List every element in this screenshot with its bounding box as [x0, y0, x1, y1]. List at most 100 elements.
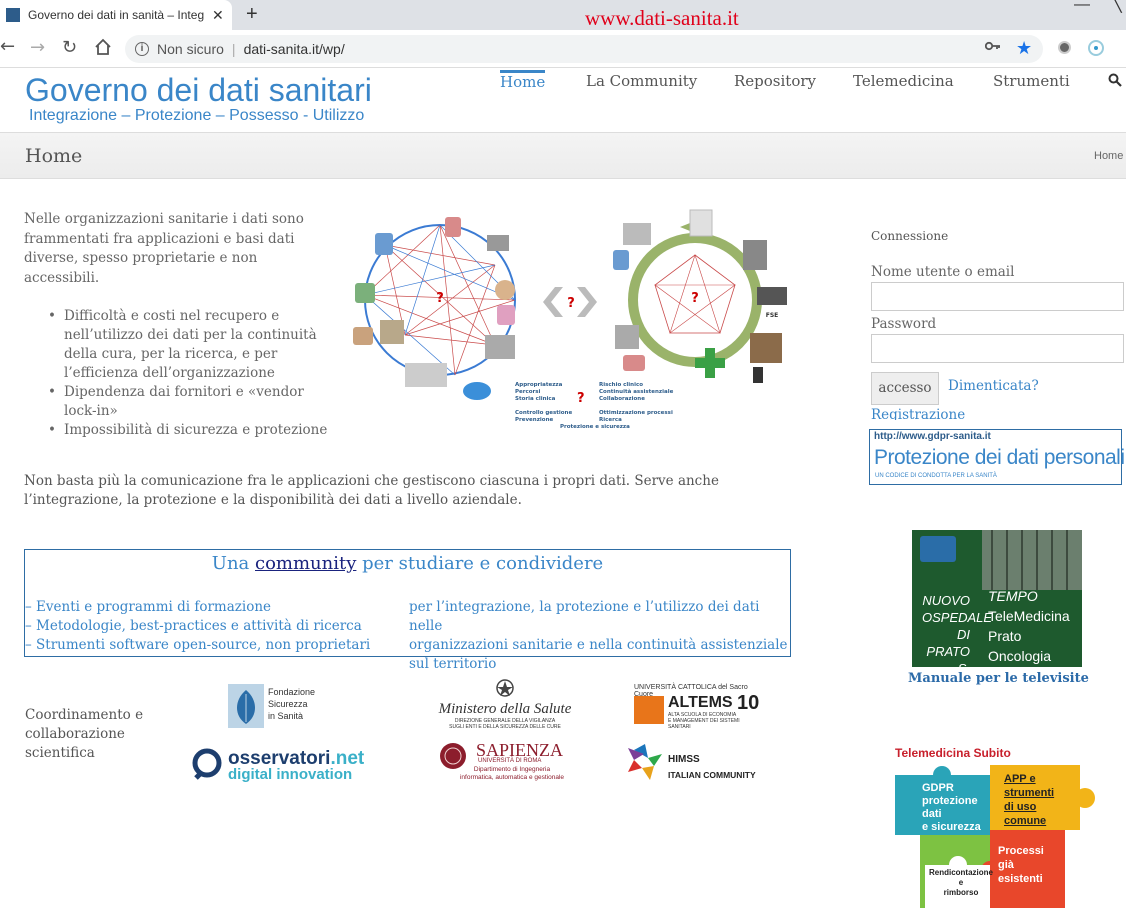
- puzzle-text: comune: [1004, 815, 1047, 827]
- menu-item-community[interactable]: La Community: [586, 72, 697, 90]
- purpose-line: per l’integrazione, la protezione e l’ut…: [409, 599, 760, 634]
- tempo-line: Oncologia: [988, 648, 1052, 664]
- login-button[interactable]: accesso: [871, 372, 939, 405]
- community-title-text: per studiare e condividere: [356, 553, 604, 574]
- intro-text: Nelle organizzazioni sanitarie i dati so…: [24, 211, 304, 286]
- home-icon[interactable]: [94, 38, 112, 60]
- fondazione-logo[interactable]: Fondazione Sicurezza in Sanità: [228, 684, 328, 728]
- minimize-window-icon[interactable]: —: [1074, 0, 1090, 14]
- reload-icon[interactable]: ↻: [62, 37, 77, 58]
- browser-tab[interactable]: Governo dei dati in sanità – Integ ✕: [0, 0, 232, 30]
- security-label: Non sicuro: [157, 41, 224, 57]
- leaf-icon: [228, 684, 264, 728]
- gdpr-url: http://www.gdpr-sanita.it: [874, 431, 991, 442]
- question-mark: ?: [691, 291, 699, 306]
- forward-icon[interactable]: →: [30, 37, 45, 58]
- community-title-text: Una: [211, 553, 255, 574]
- close-window-icon[interactable]: ╲: [1112, 0, 1122, 13]
- logo-text: Dipartimento di Ingegneria: [473, 766, 551, 773]
- database-icon: [497, 305, 515, 325]
- puzzle-text: rimborso: [943, 888, 979, 897]
- watermark-text: www.dati-sanita.it: [585, 6, 739, 30]
- fse-label: FSE: [766, 312, 779, 319]
- device-icon: [405, 363, 447, 387]
- tempo-telemedicina-banner[interactable]: NUOVO OSPEDALE DI PRATO S. STEFANO TEMPO…: [912, 530, 1082, 693]
- extension-icon[interactable]: [1058, 41, 1071, 54]
- telemedicina-subito-banner[interactable]: Telemedicina Subito GDPR protezione dati…: [890, 740, 1095, 908]
- tab-title: Governo dei dati in sanità – Integ: [28, 8, 205, 22]
- address-bar[interactable]: i Non sicuro | dati-sanita.it/wp/: [125, 35, 1043, 63]
- puzzle-text: protezione: [922, 795, 978, 807]
- bookmark-star-icon[interactable]: ★: [1016, 38, 1032, 59]
- database-icon: [613, 250, 629, 270]
- himss-logo[interactable]: HIMSS ITALIAN COMMUNITY: [626, 742, 766, 786]
- logo-text: Fondazione: [268, 687, 316, 697]
- laptop-icon: [757, 287, 787, 305]
- caption-text: Appropriatezza: [515, 382, 563, 388]
- ministero-logo[interactable]: Ministero della Salute DIREZIONE GENERAL…: [435, 678, 575, 734]
- operator-icon: [495, 280, 515, 300]
- list-item: – Strumenti software open-source, non pr…: [25, 637, 371, 653]
- site-title[interactable]: Governo dei dati sanitari: [25, 72, 372, 109]
- password-field[interactable]: [871, 334, 1124, 363]
- menu-item-telemedicina[interactable]: Telemedicina: [853, 72, 954, 90]
- community-purpose: per l’integrazione, la protezione e l’ut…: [409, 598, 789, 674]
- hospital-text: NUOVO: [922, 593, 970, 608]
- logo-text: ALTEMS: [668, 694, 733, 711]
- device-icon: [485, 335, 515, 359]
- key-icon[interactable]: [984, 40, 1001, 56]
- username-field[interactable]: [871, 282, 1124, 311]
- database-icon: [375, 233, 393, 255]
- altems-logo[interactable]: UNIVERSITÀ CATTOLICA del Sacro Cuore ALT…: [634, 684, 762, 730]
- menu-item-repository[interactable]: Repository: [734, 72, 816, 90]
- people-icon: [743, 240, 767, 270]
- puzzle-text: Rendicontazione: [928, 868, 993, 877]
- close-tab-icon[interactable]: ✕: [212, 7, 224, 24]
- gdpr-banner[interactable]: http://www.gdpr-sanita.it Protezione dei…: [869, 429, 1125, 485]
- manual-televisite-link[interactable]: Manuale per le televisite: [908, 671, 1089, 686]
- menu-item-home[interactable]: Home: [500, 70, 546, 91]
- osservatori-logo[interactable]: osservatori.net digital innovation: [190, 748, 364, 784]
- puzzle-text: già: [998, 859, 1014, 871]
- logo-text: Ministero della Salute: [438, 701, 572, 717]
- fragmented-network-graphic: ?: [353, 217, 516, 400]
- community-link[interactable]: community: [255, 553, 356, 574]
- caption-text: Collaborazione: [599, 396, 645, 402]
- site-subtitle: Integrazione – Protezione – Possesso - U…: [29, 107, 365, 124]
- password-label: Password: [871, 316, 937, 332]
- extension-record-icon[interactable]: [1088, 40, 1104, 56]
- menu-item-strumenti[interactable]: Strumenti: [993, 72, 1070, 90]
- caption-text: Rischio clinico: [599, 382, 643, 388]
- search-icon[interactable]: [1108, 72, 1122, 91]
- url-text[interactable]: dati-sanita.it/wp/: [244, 41, 345, 57]
- caption-text: Ricerca: [599, 417, 622, 423]
- device-icon: [623, 223, 651, 245]
- logo-text: UNIVERSITÀ DI ROMA: [478, 758, 542, 764]
- logo-text: in Sanità: [268, 711, 304, 721]
- hospital-text: OSPEDALE: [922, 610, 993, 625]
- info-icon[interactable]: i: [135, 42, 149, 56]
- phone-icon: [753, 367, 763, 383]
- sapienza-logo[interactable]: SAPIENZA UNIVERSITÀ DI ROMA Dipartimento…: [438, 740, 568, 786]
- tempo-line: TeleMedicina: [988, 608, 1070, 624]
- logo-text: ITALIAN COMMUNITY: [668, 770, 756, 780]
- forgot-password-link[interactable]: Dimenticata?: [948, 378, 1039, 394]
- puzzle-text: GDPR: [922, 782, 954, 794]
- caption-text: Continuità assistenziale: [599, 388, 674, 395]
- url-separator: |: [231, 41, 236, 57]
- coordination-label: Coordinamento e collaborazione scientifi…: [25, 707, 144, 761]
- caption-text: Ottimizzazione processi: [599, 410, 673, 416]
- register-link[interactable]: Registrazione: [871, 407, 965, 420]
- emblem-icon: [496, 679, 514, 697]
- tempo-line: Prato: [988, 628, 1022, 644]
- puzzle-text: APP e: [1004, 773, 1036, 785]
- puzzle-text: Processi: [998, 845, 1044, 857]
- new-tab-icon[interactable]: +: [246, 3, 258, 26]
- problem-list: Difficoltà e costi nel recupero e nell’u…: [48, 307, 329, 440]
- database-icon: [353, 327, 373, 345]
- database-icon: [355, 283, 375, 303]
- back-icon[interactable]: ←: [0, 36, 15, 57]
- list-item: Dipendenza dai fornitori e «vendor lock-…: [48, 383, 329, 421]
- diagram-captions: Appropriatezza Percorsi Storia clinica R…: [515, 382, 674, 430]
- breadcrumb[interactable]: Home: [1094, 150, 1123, 162]
